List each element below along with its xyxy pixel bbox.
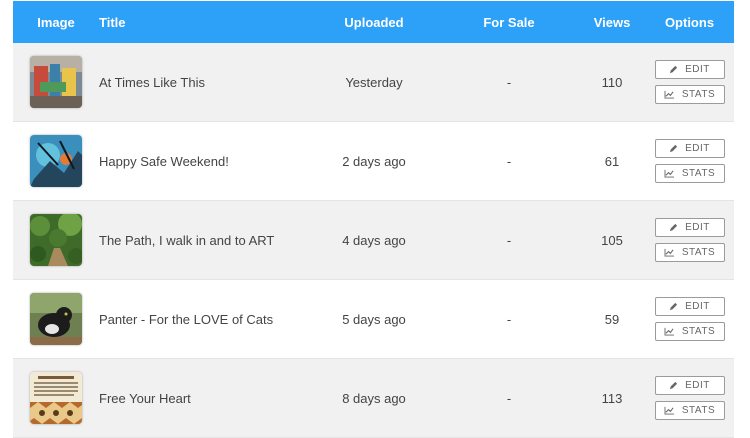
header-uploaded: Uploaded bbox=[344, 14, 404, 30]
row-uploaded: 5 days ago bbox=[342, 311, 406, 327]
uploads-table: Image Title Uploaded For Sale Views Opti… bbox=[13, 1, 734, 438]
row-views: 113 bbox=[601, 390, 623, 406]
header-options: Options bbox=[664, 14, 715, 30]
table-row: At Times Like This Yesterday - 110 EDIT … bbox=[13, 43, 734, 122]
table-row: Happy Safe Weekend! 2 days ago - 61 EDIT… bbox=[13, 122, 734, 201]
thumbnail-image[interactable] bbox=[30, 214, 82, 266]
stats-label: STATS bbox=[681, 405, 716, 416]
row-for-sale: - bbox=[506, 311, 512, 327]
line-chart-icon bbox=[664, 248, 674, 257]
row-title[interactable]: Panter - For the LOVE of Cats bbox=[99, 312, 309, 327]
stats-label: STATS bbox=[681, 247, 716, 258]
edit-label: EDIT bbox=[685, 380, 710, 391]
stats-label: STATS bbox=[681, 89, 716, 100]
line-chart-icon bbox=[664, 169, 674, 178]
row-for-sale: - bbox=[506, 74, 512, 90]
header-views: Views bbox=[593, 14, 631, 30]
edit-button[interactable]: EDIT bbox=[654, 297, 725, 316]
line-chart-icon bbox=[664, 90, 674, 99]
table-header: Image Title Uploaded For Sale Views Opti… bbox=[13, 1, 734, 43]
row-for-sale: - bbox=[506, 153, 512, 169]
edit-label: EDIT bbox=[685, 143, 710, 154]
edit-label: EDIT bbox=[685, 222, 710, 233]
row-title[interactable]: The Path, I walk in and to ART bbox=[99, 233, 309, 248]
thumbnail-image[interactable] bbox=[30, 135, 82, 187]
table-row: The Path, I walk in and to ART 4 days ag… bbox=[13, 201, 734, 280]
stats-button[interactable]: STATS bbox=[654, 401, 725, 420]
edit-label: EDIT bbox=[685, 301, 710, 312]
header-title: Title bbox=[99, 14, 126, 30]
thumbnail-image[interactable] bbox=[30, 293, 82, 345]
pencil-icon bbox=[670, 302, 678, 311]
edit-button[interactable]: EDIT bbox=[654, 218, 725, 237]
row-uploaded: 2 days ago bbox=[342, 153, 406, 169]
stats-button[interactable]: STATS bbox=[654, 243, 725, 262]
table-row: Free Your Heart 8 days ago - 113 EDIT ST… bbox=[13, 359, 734, 438]
row-title[interactable]: Free Your Heart bbox=[99, 391, 309, 406]
row-title[interactable]: Happy Safe Weekend! bbox=[99, 154, 309, 169]
edit-button[interactable]: EDIT bbox=[654, 139, 725, 158]
header-for-sale: For Sale bbox=[483, 14, 535, 30]
table-row: Panter - For the LOVE of Cats 5 days ago… bbox=[13, 280, 734, 359]
pencil-icon bbox=[670, 65, 678, 74]
row-for-sale: - bbox=[506, 390, 512, 406]
row-title[interactable]: At Times Like This bbox=[99, 75, 309, 90]
line-chart-icon bbox=[664, 406, 674, 415]
edit-button[interactable]: EDIT bbox=[654, 60, 725, 79]
row-uploaded: Yesterday bbox=[345, 74, 403, 90]
edit-label: EDIT bbox=[685, 64, 710, 75]
header-image: Image bbox=[37, 14, 75, 30]
row-views: 61 bbox=[604, 153, 620, 169]
stats-label: STATS bbox=[681, 168, 716, 179]
row-views: 59 bbox=[604, 311, 620, 327]
edit-button[interactable]: EDIT bbox=[654, 376, 725, 395]
row-views: 105 bbox=[601, 232, 623, 248]
row-uploaded: 4 days ago bbox=[342, 232, 406, 248]
stats-button[interactable]: STATS bbox=[654, 85, 725, 104]
line-chart-icon bbox=[664, 327, 674, 336]
stats-button[interactable]: STATS bbox=[654, 322, 725, 341]
pencil-icon bbox=[670, 144, 678, 153]
stats-button[interactable]: STATS bbox=[654, 164, 725, 183]
row-for-sale: - bbox=[506, 232, 512, 248]
row-uploaded: 8 days ago bbox=[342, 390, 406, 406]
thumbnail-image[interactable] bbox=[30, 56, 82, 108]
pencil-icon bbox=[670, 381, 678, 390]
stats-label: STATS bbox=[681, 326, 716, 337]
row-views: 110 bbox=[601, 74, 623, 90]
thumbnail-image[interactable] bbox=[30, 372, 82, 424]
pencil-icon bbox=[670, 223, 678, 232]
